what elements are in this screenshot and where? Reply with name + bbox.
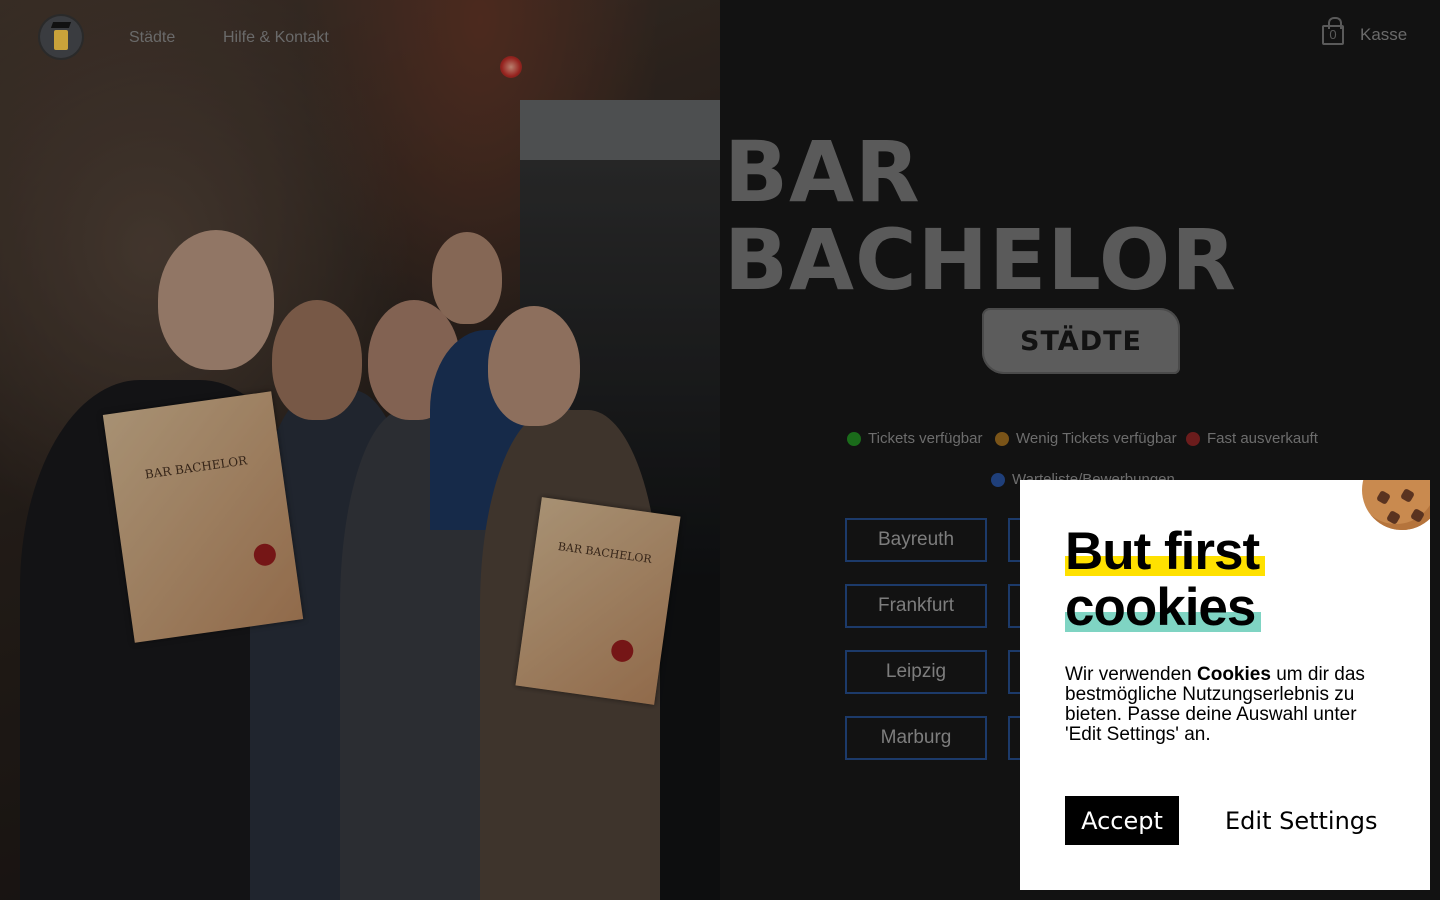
chocolate-chip <box>1385 509 1402 526</box>
city-button-marburg[interactable]: Marburg <box>845 716 987 760</box>
legend-item-available: Tickets verfügbar <box>847 430 983 447</box>
green-dot-icon <box>847 431 861 446</box>
shopping-bag-icon[interactable]: 0 <box>1320 16 1348 46</box>
nav-link-hilfe-kontakt[interactable]: Hilfe & Kontakt <box>223 29 329 47</box>
cookie-title-line-2: cookies <box>1065 578 1262 637</box>
bar-bachelor-logo[interactable] <box>40 16 82 58</box>
cookie-consent-dialog: But first cookies Wir verwenden Cookies … <box>1020 480 1430 890</box>
legend-label: Tickets verfügbar <box>868 430 983 447</box>
cookie-title: But first cookies <box>1065 522 1266 637</box>
city-button-leipzig[interactable]: Leipzig <box>845 650 987 694</box>
page-title: BAR BACHELOR <box>724 128 1237 304</box>
legend-label: Fast ausverkauft <box>1207 430 1318 447</box>
legend-item-few: Wenig Tickets verfügbar <box>995 430 1177 447</box>
beer-glass-icon <box>54 30 68 50</box>
red-dot-icon <box>1186 431 1200 446</box>
title-line-1: BAR <box>724 123 921 221</box>
checkout-link[interactable]: Kasse <box>1360 25 1407 45</box>
cities-heading-badge: STÄDTE <box>982 308 1180 374</box>
chocolate-chip <box>1409 507 1426 524</box>
title-line-2: BACHELOR <box>724 211 1237 309</box>
blue-dot-icon <box>991 472 1005 487</box>
overlay-dim <box>0 0 720 900</box>
legend-item-almost-sold-out: Fast ausverkauft <box>1186 430 1318 447</box>
edit-settings-button[interactable]: Edit Settings <box>1225 796 1378 845</box>
orange-dot-icon <box>995 431 1009 446</box>
cookie-title-line-1: But first <box>1065 522 1266 581</box>
chocolate-chip <box>1375 489 1392 506</box>
cookie-text-part: Wir verwenden <box>1065 664 1197 685</box>
chocolate-chip <box>1399 487 1416 504</box>
cities-heading: STÄDTE <box>1020 325 1142 357</box>
cookie-text-bold: Cookies <box>1197 664 1271 685</box>
nav-link-staedte[interactable]: Städte <box>129 29 175 47</box>
cookie-description: Wir verwenden Cookies um dir das bestmög… <box>1065 665 1375 745</box>
accept-button[interactable]: Accept <box>1065 796 1179 845</box>
city-button-frankfurt[interactable]: Frankfurt <box>845 584 987 628</box>
cookie-icon <box>1362 480 1430 530</box>
hero-photo: BAR BACHELOR BAR BACHELOR <box>0 0 720 900</box>
cart-count: 0 <box>1329 27 1337 42</box>
graduation-cap-icon <box>50 22 72 28</box>
city-button-bayreuth[interactable]: Bayreuth <box>845 518 987 562</box>
legend-label: Wenig Tickets verfügbar <box>1016 430 1177 447</box>
